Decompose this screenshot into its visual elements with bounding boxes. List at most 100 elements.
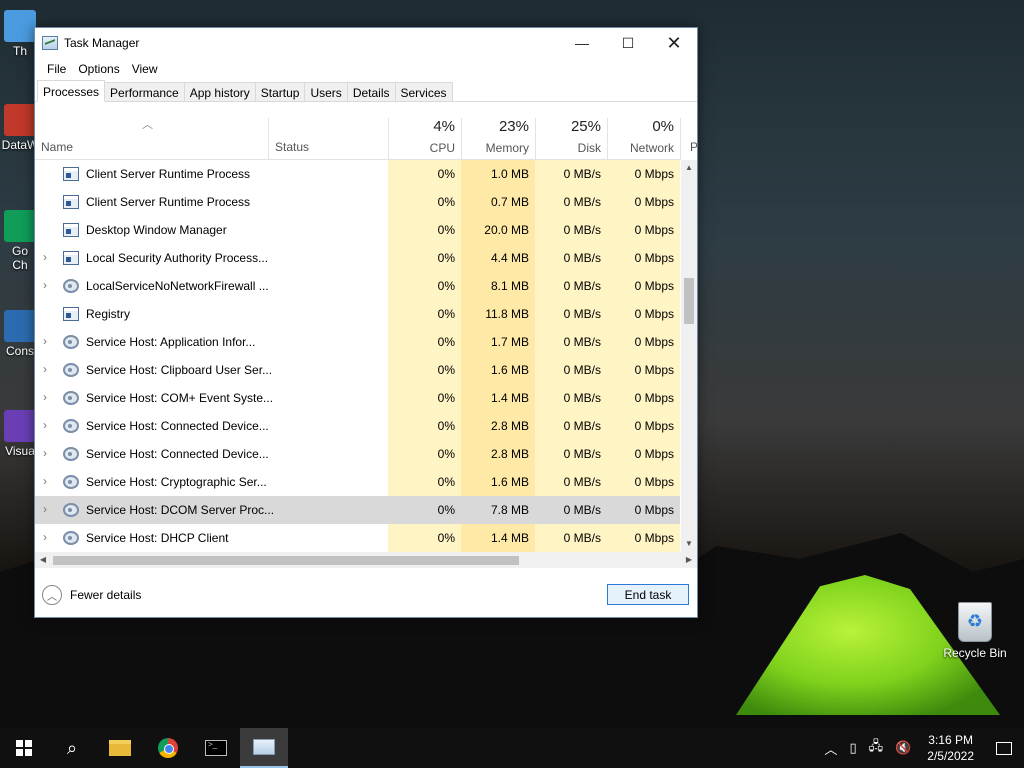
column-status[interactable]: Status <box>275 140 309 154</box>
column-cpu[interactable]: 4% CPU <box>388 116 461 160</box>
chrome-button[interactable] <box>144 728 192 768</box>
tab-startup[interactable]: Startup <box>254 82 306 101</box>
expand-chevron-icon[interactable]: › <box>43 250 53 264</box>
scroll-up-icon[interactable]: ▲ <box>681 160 697 176</box>
tab-performance[interactable]: Performance <box>104 82 185 101</box>
expand-chevron-icon[interactable]: › <box>43 390 53 404</box>
process-row[interactable]: › Service Host: DHCP Client 0% 1.4 MB 0 MB/s… <box>35 524 680 552</box>
process-row[interactable]: Client Server Runtime Process 0% 1.0 MB 0 M… <box>35 160 680 188</box>
process-name: Service Host: Connected Device... <box>86 447 269 461</box>
scroll-right-icon[interactable]: ▶ <box>681 552 697 568</box>
recycle-bin-label: Recycle Bin <box>943 646 1007 660</box>
process-cpu-value: 0% <box>388 160 461 188</box>
fewer-details-button[interactable]: ︿ Fewer details <box>42 585 141 605</box>
recycle-bin-desktop-icon[interactable]: Recycle Bin <box>942 602 1008 660</box>
process-row[interactable]: › Service Host: Connected Device... 0% 2.8 … <box>35 412 680 440</box>
close-button[interactable]: ✕ <box>651 28 697 58</box>
search-button[interactable]: ⌕ <box>48 728 96 768</box>
tab-details[interactable]: Details <box>346 82 396 101</box>
visual-studio-icon <box>4 410 36 442</box>
vertical-scrollbar[interactable]: ▲ ▼ <box>681 160 697 552</box>
process-memory-value: 0.7 MB <box>461 188 535 216</box>
task-manager-taskbar-button[interactable] <box>240 728 288 768</box>
window-title: Task Manager <box>64 36 140 50</box>
process-row[interactable]: › Service Host: Application Infor... 0% 1.7… <box>35 328 680 356</box>
tab-processes[interactable]: Processes <box>37 80 106 102</box>
system-tray: ︿ ▯ 🖧 🔇 3:16 PM 2/5/2022 <box>818 728 1024 768</box>
process-memory-value: 1.4 MB <box>461 524 535 552</box>
service-gear-icon <box>63 503 79 517</box>
menu-options[interactable]: Options <box>72 62 125 76</box>
column-memory[interactable]: 23% Memory <box>461 116 535 160</box>
column-power-truncated[interactable]: P <box>690 140 698 154</box>
menu-file[interactable]: File <box>41 62 72 76</box>
process-memory-value: 8.1 MB <box>461 272 535 300</box>
expand-chevron-icon[interactable]: › <box>43 278 53 292</box>
process-disk-value: 0 MB/s <box>535 496 607 524</box>
process-row[interactable]: › Service Host: DCOM Server Proc... 0% 7.8 … <box>35 496 680 524</box>
task-manager-icon <box>253 739 275 755</box>
minimize-button[interactable]: — <box>559 28 605 58</box>
process-row[interactable]: Desktop Window Manager 0% 20.0 MB 0 MB/s 0 M… <box>35 216 680 244</box>
column-disk[interactable]: 25% Disk <box>535 116 607 160</box>
expand-chevron-icon[interactable]: › <box>43 362 53 376</box>
process-row[interactable]: › Local Security Authority Process... 0% 4.… <box>35 244 680 272</box>
process-row[interactable]: › Service Host: Clipboard User Ser... 0% 1.… <box>35 356 680 384</box>
expand-chevron-icon[interactable]: › <box>43 530 53 544</box>
expand-chevron-icon[interactable]: › <box>43 418 53 432</box>
process-name: Service Host: Clipboard User Ser... <box>86 363 273 377</box>
clock[interactable]: 3:16 PM 2/5/2022 <box>917 732 984 764</box>
vertical-scroll-thumb[interactable] <box>684 278 694 324</box>
process-row[interactable]: Client Server Runtime Process 0% 0.7 MB 0 M… <box>35 188 680 216</box>
command-prompt-icon: >_ <box>205 740 227 756</box>
end-task-button[interactable]: End task <box>607 584 689 605</box>
process-name: Registry <box>86 307 131 321</box>
tab-services[interactable]: Services <box>394 82 453 101</box>
volume-muted-icon[interactable]: 🔇 <box>889 740 917 756</box>
command-prompt-button[interactable]: >_ <box>192 728 240 768</box>
process-disk-value: 0 MB/s <box>535 468 607 496</box>
expand-chevron-icon[interactable]: › <box>43 446 53 460</box>
disk-label: Disk <box>577 141 601 155</box>
scroll-down-icon[interactable]: ▼ <box>681 536 697 552</box>
this-pc-icon <box>4 10 36 42</box>
show-hidden-icons-icon[interactable]: ︿ <box>818 739 843 758</box>
process-name: Service Host: DCOM Server Proc... <box>86 503 275 517</box>
notification-center-button[interactable] <box>984 728 1024 768</box>
process-cpu-value: 0% <box>388 216 461 244</box>
expand-chevron-icon[interactable]: › <box>43 474 53 488</box>
file-explorer-button[interactable] <box>96 728 144 768</box>
network-icon[interactable]: 🖧 <box>863 737 890 759</box>
title-bar[interactable]: Task Manager — ☐ ✕ <box>35 28 697 58</box>
maximize-button[interactable]: ☐ <box>605 28 651 58</box>
column-divider[interactable] <box>268 118 269 160</box>
column-divider[interactable] <box>680 118 681 160</box>
tab-users[interactable]: Users <box>304 82 348 101</box>
service-gear-icon <box>63 279 79 293</box>
process-row[interactable]: › LocalServiceNoNetworkFirewall ... 0% 8.1 … <box>35 272 680 300</box>
process-row[interactable]: › Service Host: COM+ Event Syste... 0% 1.4 … <box>35 384 680 412</box>
process-network-value: 0 Mbps <box>607 300 680 328</box>
taskbar: ⌕ >_ ︿ ▯ 🖧 🔇 3:16 PM 2/5/2022 <box>0 728 1024 768</box>
start-icon <box>16 740 32 756</box>
menu-view[interactable]: View <box>126 62 164 76</box>
process-disk-value: 0 MB/s <box>535 384 607 412</box>
tablet-icon[interactable]: ▯ <box>843 740 862 756</box>
start-button[interactable] <box>0 728 48 768</box>
horizontal-scroll-thumb[interactable] <box>53 556 519 565</box>
process-cpu-value: 0% <box>388 412 461 440</box>
process-disk-value: 0 MB/s <box>535 440 607 468</box>
process-name: Service Host: Cryptographic Ser... <box>86 475 267 489</box>
process-row[interactable]: › Service Host: Connected Device... 0% 2.8 … <box>35 440 680 468</box>
process-row[interactable]: Registry 0% 11.8 MB 0 MB/s 0 Mbps <box>35 300 680 328</box>
tab-app-history[interactable]: App history <box>183 82 256 101</box>
scroll-left-icon[interactable]: ◀ <box>35 552 51 568</box>
column-network[interactable]: 0% Network <box>607 116 680 160</box>
cpu-percent: 4% <box>433 118 455 135</box>
process-row[interactable]: › Service Host: Cryptographic Ser... 0% 1.6… <box>35 468 680 496</box>
column-name[interactable]: Name <box>41 140 73 154</box>
horizontal-scrollbar[interactable]: ◀ ▶ <box>35 552 697 568</box>
expand-chevron-icon[interactable]: › <box>43 502 53 516</box>
expand-chevron-icon[interactable]: › <box>43 334 53 348</box>
network-percent: 0% <box>652 118 674 135</box>
